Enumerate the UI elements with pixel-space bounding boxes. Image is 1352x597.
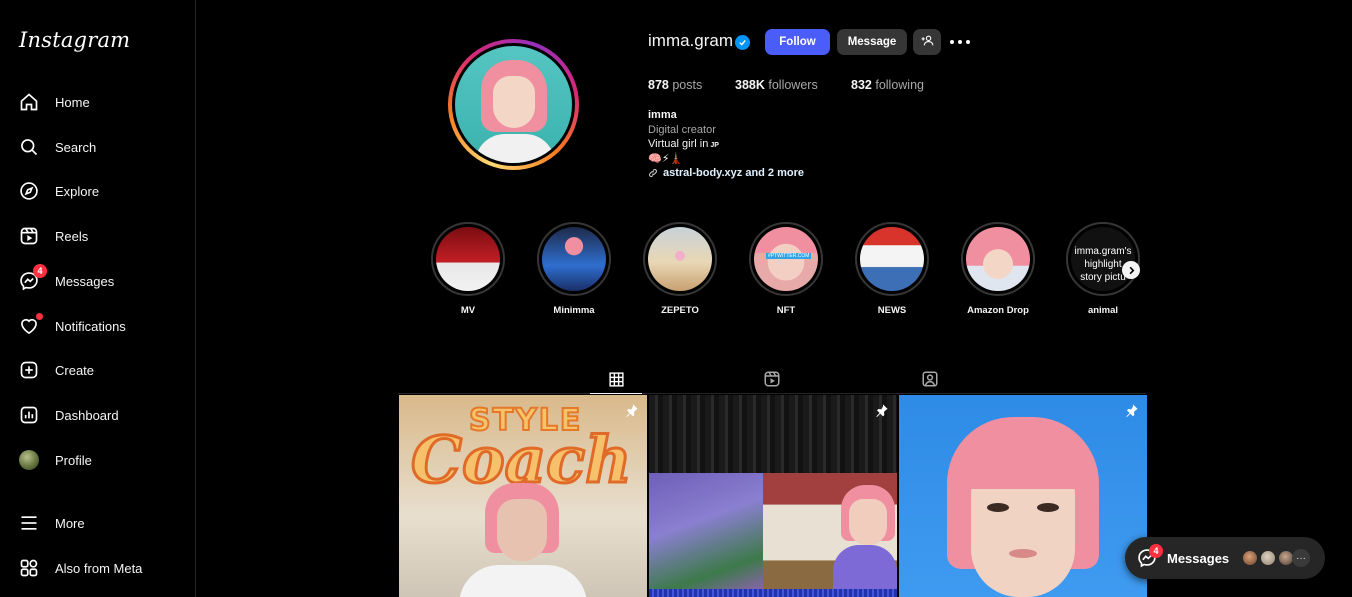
menu-icon [18,512,40,534]
search-icon [18,136,40,158]
plus-square-icon [18,359,40,381]
add-person-icon [921,34,934,50]
sidebar-item-profile[interactable]: Profile [12,440,184,480]
profile-avatar [18,449,40,471]
sidebar-item-messages[interactable]: 4 Messages [12,261,184,301]
chevron-right-icon [1127,266,1136,275]
bio-text: Virtual girl in JP [648,138,719,150]
sidebar-item-explore[interactable]: Explore [12,171,184,211]
avatar [1241,549,1259,567]
sidebar-item-reels[interactable]: Reels [12,216,184,256]
sidebar-item-label: Reels [55,228,89,244]
sidebar-item-notifications[interactable]: Notifications [12,306,184,346]
posts-stat: 878 posts [648,78,703,92]
tagged-icon [921,370,939,388]
highlight-minimma[interactable]: Minimma [537,222,611,316]
messenger-icon: 4 [18,264,47,292]
notification-dot [36,313,43,320]
pin-icon [1123,403,1139,419]
messages-pill-label: Messages [1167,551,1230,566]
bio-name: imma [648,109,677,121]
message-button[interactable]: Message [837,29,907,55]
home-icon [18,91,40,113]
bio-emoji: 🧠⚡🗼 [648,153,684,165]
dashboard-icon [18,404,40,426]
heart-icon [18,313,43,337]
sidebar-item-label: Create [55,362,95,378]
tab-tagged[interactable] [904,364,956,394]
pin-icon [873,403,889,419]
tab-posts-grid[interactable] [590,364,642,394]
link-icon [648,168,658,178]
sidebar-item-home[interactable]: Home [12,82,184,122]
sidebar-item-label: Also from Meta [55,560,143,576]
highlight-zepeto[interactable]: ZEPETO [643,222,717,316]
highlight-mv[interactable]: MV [431,222,505,316]
highlights-next-button[interactable] [1122,261,1140,279]
verified-badge-icon [735,35,750,50]
reels-icon [18,225,40,247]
sidebar-item-label: More [55,515,85,531]
highlight-nft[interactable]: #PTWITTER.COM NFT [749,222,823,316]
bio-category: Digital creator [648,124,716,136]
sidebar-item-label: Home [55,94,90,110]
highlight-amazon-drop[interactable]: Amazon Drop [961,222,1035,316]
sidebar-item-more[interactable]: More [12,503,184,543]
followers-stat[interactable]: 388K followers [735,78,818,92]
sidebar-item-label: Profile [55,452,92,468]
pin-icon [623,403,639,419]
meta-apps-icon [18,557,40,579]
japan-flag-icon: JP [710,142,719,149]
sidebar-item-label: Explore [55,183,100,199]
compass-icon [18,180,40,202]
post-thumbnail[interactable] [649,395,897,597]
sidebar-item-create[interactable]: Create [12,350,184,390]
options-more-icon[interactable] [950,34,970,50]
more-conversations-icon[interactable]: ··· [1292,549,1310,567]
instagram-logo[interactable]: Instagram [19,28,130,52]
grid-icon [608,371,625,388]
profile-username: imma.gram [648,31,734,50]
sidebar-item-label: Messages [55,273,115,289]
avatar [1259,549,1277,567]
sidebar-item-label: Dashboard [55,407,119,423]
sidebar-item-also-from-meta[interactable]: Also from Meta [12,548,184,588]
messages-badge: 4 [33,264,47,278]
tab-reels[interactable] [746,364,798,394]
suggested-users-button[interactable] [913,29,941,55]
messages-pill-badge: 4 [1149,544,1163,558]
profile-picture [455,46,572,163]
follow-button[interactable]: Follow [765,29,830,55]
sidebar-item-label: Search [55,139,97,155]
bio-link[interactable]: astral-body.xyz and 2 more [648,167,804,179]
highlight-news[interactable]: NEWS [855,222,929,316]
profile-avatar-story-ring[interactable] [448,39,579,170]
sidebar-item-search[interactable]: Search [12,127,184,167]
sidebar: Instagram Home Search Explore Reels 4 Me… [0,0,196,597]
sidebar-item-label: Notifications [55,318,126,334]
post-thumbnail[interactable]: STYLE Coach [399,395,647,597]
reels-icon [763,370,781,388]
following-stat[interactable]: 832 following [851,78,924,92]
post-thumbnail[interactable] [899,395,1147,597]
sidebar-item-dashboard[interactable]: Dashboard [12,395,184,435]
